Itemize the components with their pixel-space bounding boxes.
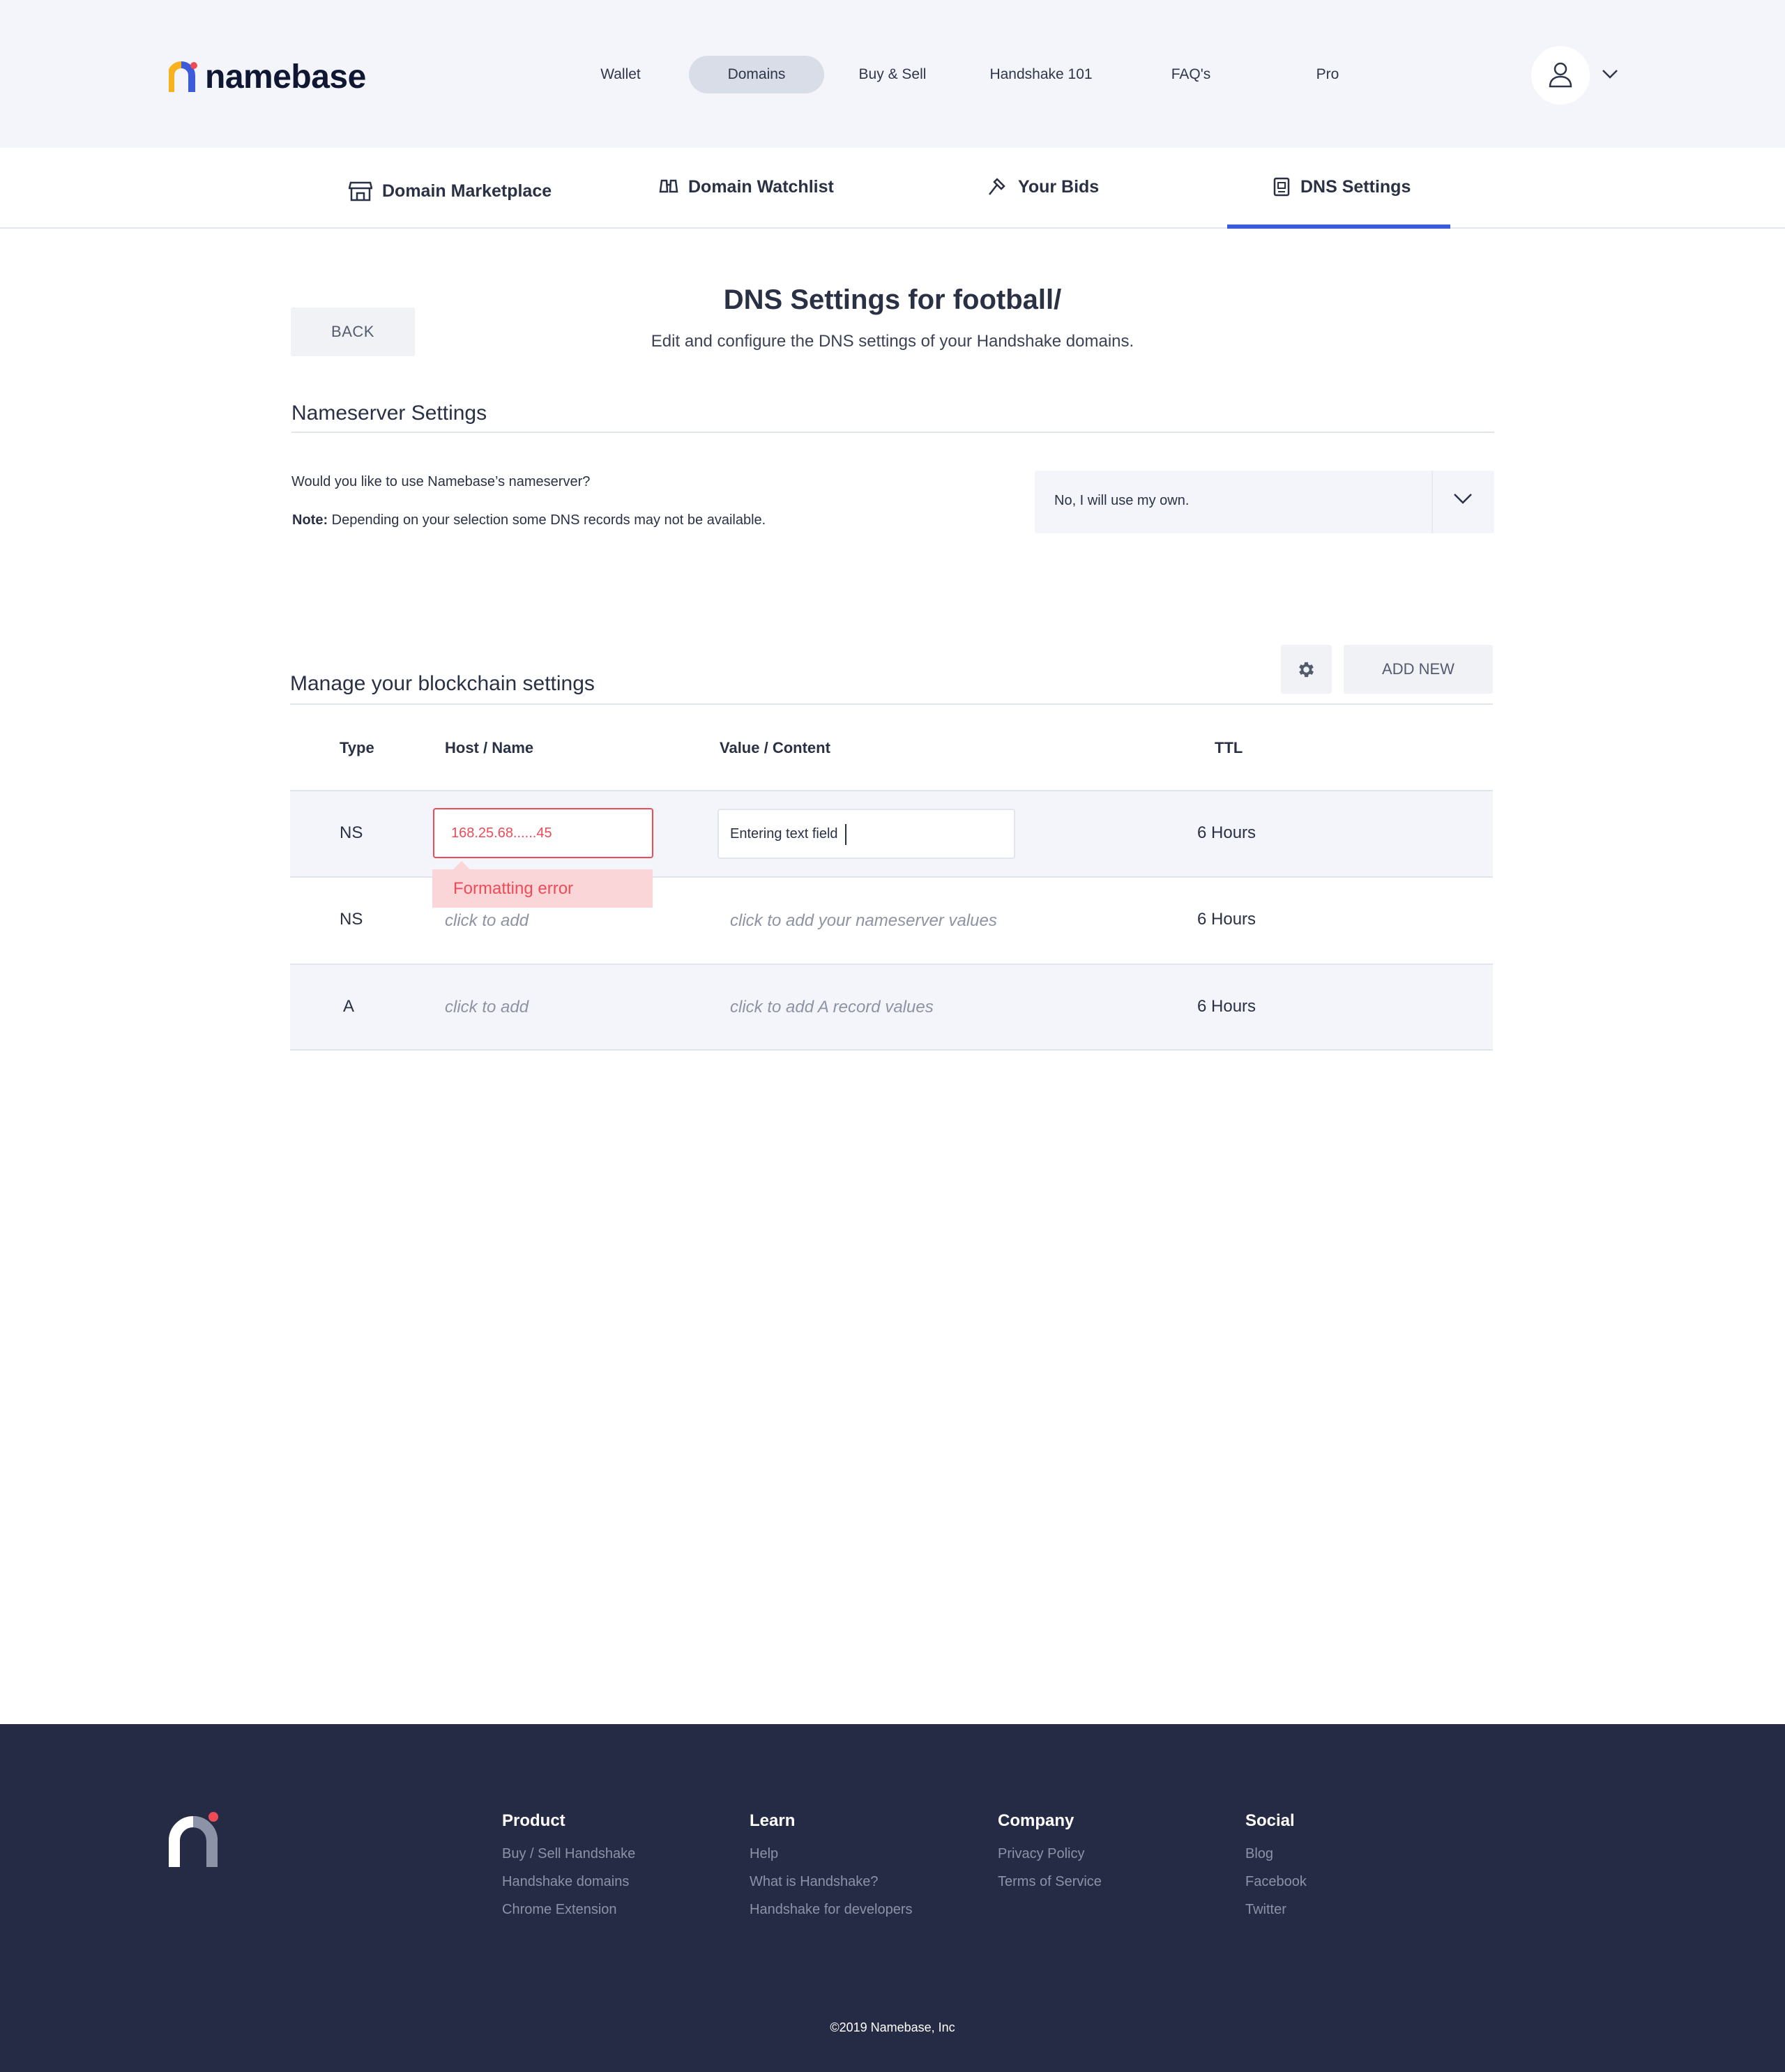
column-header-type: Type: [340, 739, 374, 756]
footer-link[interactable]: Privacy Policy: [998, 1846, 1102, 1862]
record-type: NS: [340, 823, 363, 842]
host-placeholder[interactable]: click to add: [445, 998, 529, 1017]
chevron-down-icon[interactable]: [1602, 69, 1618, 79]
nav-handshake-101[interactable]: Handshake 101: [976, 56, 1106, 93]
top-header: namebase Wallet Domains Buy & Sell Hands…: [0, 0, 1785, 148]
copyright: ©2019 Namebase, Inc: [830, 2020, 955, 2034]
footer-link[interactable]: Chrome Extension: [502, 1902, 635, 1918]
nav-pro[interactable]: Pro: [1297, 56, 1358, 93]
page-subtitle: Edit and configure the DNS settings of y…: [651, 332, 1134, 351]
tab-dns-settings[interactable]: DNS Settings: [1273, 146, 1411, 227]
footer-column-social: Social Blog Facebook Twitter: [1245, 1811, 1307, 1930]
user-avatar[interactable]: [1531, 46, 1590, 105]
value-placeholder[interactable]: click to add A record values: [730, 998, 934, 1017]
record-ttl[interactable]: 6 Hours: [1197, 910, 1256, 929]
nameserver-question: Would you like to use Namebase’s nameser…: [291, 474, 591, 489]
nameserver-select[interactable]: No, I will use my own.: [1035, 471, 1494, 533]
add-new-button[interactable]: ADD NEW: [1344, 645, 1493, 694]
blockchain-section-title: Manage your blockchain settings: [290, 672, 595, 695]
document-icon: [1273, 177, 1290, 197]
nameserver-note: Note: Depending on your selection some D…: [292, 512, 766, 528]
record-type: NS: [340, 910, 363, 929]
user-icon: [1549, 62, 1572, 88]
footer-link[interactable]: Facebook: [1245, 1874, 1307, 1890]
error-tooltip-arrow: [453, 861, 470, 869]
chevron-down-icon[interactable]: [1453, 493, 1473, 504]
gavel-icon: [989, 178, 1005, 195]
namebase-logo-icon[interactable]: [169, 1811, 220, 1867]
footer-link[interactable]: What is Handshake?: [750, 1874, 912, 1890]
record-type: A: [343, 997, 355, 1016]
footer-link[interactable]: Handshake domains: [502, 1874, 635, 1890]
gear-icon: [1299, 662, 1314, 678]
column-header-value: Value / Content: [720, 739, 830, 756]
namebase-logo[interactable]: namebase: [167, 57, 366, 96]
host-placeholder[interactable]: click to add: [445, 911, 529, 931]
footer-link[interactable]: Terms of Service: [998, 1874, 1102, 1890]
nameserver-section-title: Nameserver Settings: [291, 402, 487, 425]
row-divider: [290, 1049, 1493, 1051]
nameserver-select-value: No, I will use my own.: [1054, 493, 1190, 508]
binoculars-icon: [659, 179, 678, 193]
record-ttl[interactable]: 6 Hours: [1197, 823, 1256, 843]
tab-label: DNS Settings: [1300, 176, 1411, 197]
footer-link[interactable]: Twitter: [1245, 1902, 1307, 1918]
value-placeholder[interactable]: click to add your nameserver values: [730, 911, 997, 931]
footer-column-title: Learn: [750, 1811, 796, 1830]
tab-your-bids[interactable]: Your Bids: [987, 146, 1099, 227]
footer-link[interactable]: Help: [750, 1846, 912, 1862]
footer-link[interactable]: Handshake for developers: [750, 1902, 912, 1918]
footer-column-title: Social: [1245, 1811, 1295, 1830]
divider: [291, 432, 1494, 433]
footer-column-title: Product: [502, 1811, 565, 1830]
page-title: DNS Settings for football/: [723, 284, 1062, 315]
value-input[interactable]: [717, 809, 1015, 859]
nav-faqs[interactable]: FAQ's: [1150, 56, 1231, 93]
text-cursor: [845, 824, 846, 845]
storefront-icon: [349, 181, 372, 201]
settings-button[interactable]: [1281, 645, 1332, 694]
tab-label: Domain Watchlist: [688, 176, 834, 197]
record-ttl[interactable]: 6 Hours: [1197, 997, 1256, 1016]
nav-buy-sell[interactable]: Buy & Sell: [844, 56, 941, 93]
brand-name: namebase: [205, 58, 366, 96]
footer-link[interactable]: Buy / Sell Handshake: [502, 1846, 635, 1862]
nav-domains[interactable]: Domains: [689, 56, 824, 93]
footer-link[interactable]: Blog: [1245, 1846, 1307, 1862]
column-header-host: Host / Name: [445, 739, 534, 756]
namebase-logo-icon: [167, 61, 198, 92]
footer-column-company: Company Privacy Policy Terms of Service: [998, 1811, 1102, 1902]
note-label: Note:: [292, 512, 328, 528]
footer-column-learn: Learn Help What is Handshake? Handshake …: [750, 1811, 912, 1930]
divider: [290, 703, 1493, 705]
tab-domain-watchlist[interactable]: Domain Watchlist: [659, 146, 834, 227]
select-divider: [1431, 471, 1433, 533]
tab-label: Domain Marketplace: [382, 181, 552, 201]
active-tab-indicator: [1227, 224, 1450, 229]
footer-column-title: Company: [998, 1811, 1074, 1830]
tab-label: Your Bids: [1018, 176, 1100, 197]
domain-subtabs: Domain Marketplace Domain Watchlist Your…: [0, 148, 1785, 229]
nav-wallet[interactable]: Wallet: [579, 56, 662, 93]
column-header-ttl: TTL: [1215, 739, 1243, 756]
note-text: Depending on your selection some DNS rec…: [328, 512, 766, 528]
error-tooltip: Formatting error: [432, 869, 653, 908]
tab-domain-marketplace[interactable]: Domain Marketplace: [349, 151, 552, 231]
host-input[interactable]: [433, 808, 653, 858]
footer-column-product: Product Buy / Sell Handshake Handshake d…: [502, 1811, 635, 1930]
